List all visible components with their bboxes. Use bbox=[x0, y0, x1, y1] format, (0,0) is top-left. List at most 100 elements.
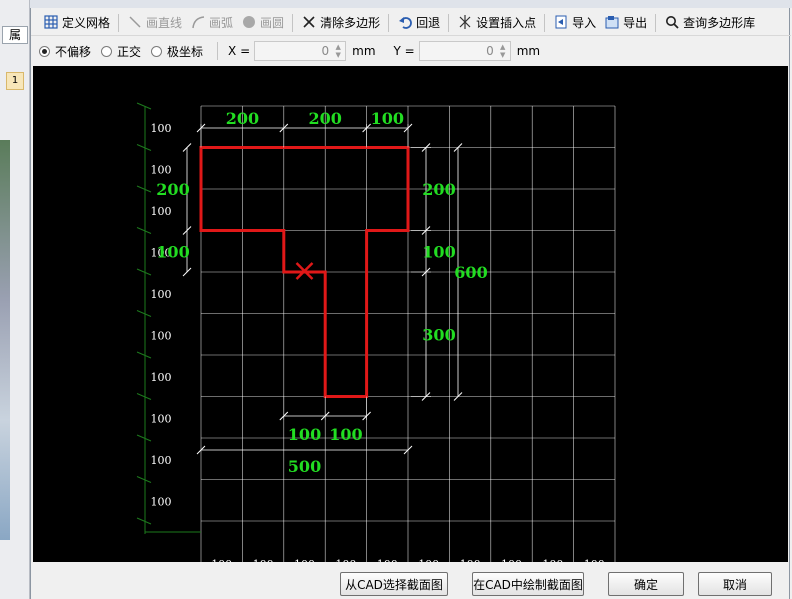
draw-arc-label: 画弧 bbox=[209, 16, 234, 30]
grid-col-label: 100 bbox=[542, 558, 563, 562]
radio-dot bbox=[39, 45, 50, 57]
grid-col-label: 100 bbox=[418, 558, 439, 562]
x-value: 0 bbox=[321, 44, 330, 58]
grid-row-label: 100 bbox=[151, 122, 172, 135]
top-dimension-label: 200 bbox=[226, 109, 259, 128]
dialog-button-bar: 从CAD选择截面图 在CAD中绘制截面图 确定 取消 bbox=[31, 564, 791, 599]
import-label: 导入 bbox=[572, 16, 597, 30]
draw-line-label: 画直线 bbox=[146, 16, 183, 30]
left-ruler-tick bbox=[136, 227, 152, 234]
set-insert-point-button[interactable]: 设置插入点 bbox=[453, 12, 540, 34]
set-insert-point-label: 设置插入点 bbox=[476, 16, 537, 30]
radio-orthogonal-label: 正交 bbox=[117, 44, 142, 59]
draw-circle-button[interactable]: 画圆 bbox=[237, 12, 288, 34]
left-dimension-label: 100 bbox=[156, 242, 189, 261]
radio-dot bbox=[151, 45, 163, 57]
left-ruler-tick bbox=[136, 144, 152, 151]
top-dimension-label: 100 bbox=[371, 109, 404, 128]
y-label: Y = bbox=[393, 44, 415, 58]
radio-orthogonal[interactable]: 正交 bbox=[101, 43, 141, 60]
cancel-button[interactable]: 取消 bbox=[698, 572, 772, 596]
undo-label: 回退 bbox=[416, 16, 441, 30]
input-options-bar: 不偏移 正交 极坐标 X = 0 ▲ ▼ mm Y = 0 ▲ ▼ mm bbox=[31, 38, 791, 64]
grid-row-label: 100 bbox=[151, 288, 172, 301]
toolbar-separator bbox=[544, 13, 546, 32]
right-dimension-label: 200 bbox=[422, 180, 455, 199]
left-ruler-tick bbox=[136, 185, 152, 193]
polygon-editor-dialog: 定义网格 画直线 画弧 画圆 清除多边形 回退 设置插入点 导入 导出 查询多边… bbox=[30, 8, 791, 599]
radio-no-offset-label: 不偏移 bbox=[55, 44, 92, 59]
define-grid-button[interactable]: 定义网格 bbox=[39, 12, 114, 34]
undo-button[interactable]: 回退 bbox=[393, 12, 444, 34]
left-ruler-tick bbox=[136, 517, 152, 525]
grid-row-label: 100 bbox=[151, 454, 172, 467]
left-ruler-tick bbox=[136, 393, 152, 400]
background-title-bar bbox=[0, 0, 792, 8]
background-row-number: 1 bbox=[6, 72, 24, 90]
background-tab[interactable]: 属 bbox=[2, 26, 28, 44]
x-spin-arrows[interactable]: ▲ ▼ bbox=[333, 43, 343, 59]
left-ruler-tick bbox=[136, 310, 152, 317]
grid-col-label: 100 bbox=[335, 558, 356, 562]
arc-icon bbox=[190, 15, 206, 31]
grid-col-label: 100 bbox=[294, 558, 315, 562]
x-coordinate-input[interactable]: 0 ▲ ▼ bbox=[254, 41, 347, 61]
right-dimension-label: 300 bbox=[422, 325, 455, 344]
radio-polar[interactable]: 极坐标 bbox=[151, 43, 203, 60]
line-icon bbox=[127, 15, 143, 31]
left-dimension-label: 200 bbox=[156, 180, 189, 199]
right-dimension-label: 100 bbox=[422, 242, 455, 261]
draw-arc-button[interactable]: 画弧 bbox=[186, 12, 237, 34]
toolbar-separator bbox=[118, 13, 120, 32]
y-coordinate-input[interactable]: 0 ▲ ▼ bbox=[418, 41, 511, 61]
x-unit: mm bbox=[352, 44, 376, 58]
ok-button[interactable]: 确定 bbox=[608, 572, 684, 596]
grid-row-label: 100 bbox=[151, 163, 172, 176]
grid-row-label: 100 bbox=[151, 205, 172, 218]
clear-polygon-button[interactable]: 清除多边形 bbox=[297, 12, 384, 34]
import-button[interactable]: 导入 bbox=[549, 12, 600, 34]
insert-point-icon bbox=[457, 14, 473, 31]
y-spin-arrows[interactable]: ▲ ▼ bbox=[498, 43, 508, 59]
export-label: 导出 bbox=[623, 16, 648, 30]
grid-col-label: 100 bbox=[253, 558, 274, 562]
y-unit: mm bbox=[516, 44, 541, 58]
grid-row-label: 100 bbox=[151, 371, 172, 384]
background-window: 属 1 bbox=[0, 0, 30, 599]
grid-col-label: 100 bbox=[377, 558, 398, 562]
right-total-label: 600 bbox=[454, 263, 487, 282]
export-button[interactable]: 导出 bbox=[600, 12, 651, 34]
toolbar-separator bbox=[388, 13, 390, 32]
draw-in-cad-button[interactable]: 在CAD中绘制截面图 bbox=[472, 572, 584, 596]
bottom-dimension-label: 100 bbox=[329, 425, 362, 444]
grid-icon bbox=[43, 14, 59, 31]
circle-icon bbox=[241, 15, 257, 31]
grid-row-label: 100 bbox=[151, 329, 172, 342]
search-icon bbox=[664, 15, 680, 31]
drawing-canvas[interactable]: 100 100 100 100 100 100 100 100 100 100 100 100 100 1… bbox=[33, 66, 788, 571]
left-ruler-tick bbox=[136, 268, 152, 276]
radio-polar-label: 极坐标 bbox=[167, 44, 204, 59]
export-icon bbox=[604, 15, 620, 31]
radio-dot bbox=[101, 45, 113, 57]
clear-polygon-label: 清除多边形 bbox=[320, 16, 381, 30]
grid-row-label: 100 bbox=[151, 412, 172, 425]
close-icon bbox=[301, 15, 317, 31]
left-ruler-tick bbox=[136, 434, 152, 442]
bottom-total-label: 500 bbox=[288, 457, 321, 476]
left-ruler-tick bbox=[136, 102, 152, 110]
toolbar-separator bbox=[655, 13, 657, 32]
define-grid-label: 定义网格 bbox=[62, 16, 111, 30]
cad-drawing[interactable]: 100 100 100 100 100 100 100 100 100 100 100 100 100 1… bbox=[33, 66, 788, 571]
draw-line-button[interactable]: 画直线 bbox=[123, 12, 186, 34]
undo-icon bbox=[397, 15, 413, 31]
options-separator bbox=[217, 42, 219, 60]
top-dimension-label: 200 bbox=[308, 109, 341, 128]
select-from-cad-button[interactable]: 从CAD选择截面图 bbox=[340, 572, 448, 596]
left-ruler-tick bbox=[136, 476, 152, 483]
grid-col-label: 100 bbox=[211, 558, 232, 562]
query-polygon-library-button[interactable]: 查询多边形库 bbox=[660, 12, 759, 34]
x-label: X = bbox=[228, 44, 251, 58]
radio-no-offset[interactable]: 不偏移 bbox=[39, 43, 91, 60]
toolbar-separator bbox=[448, 13, 450, 32]
